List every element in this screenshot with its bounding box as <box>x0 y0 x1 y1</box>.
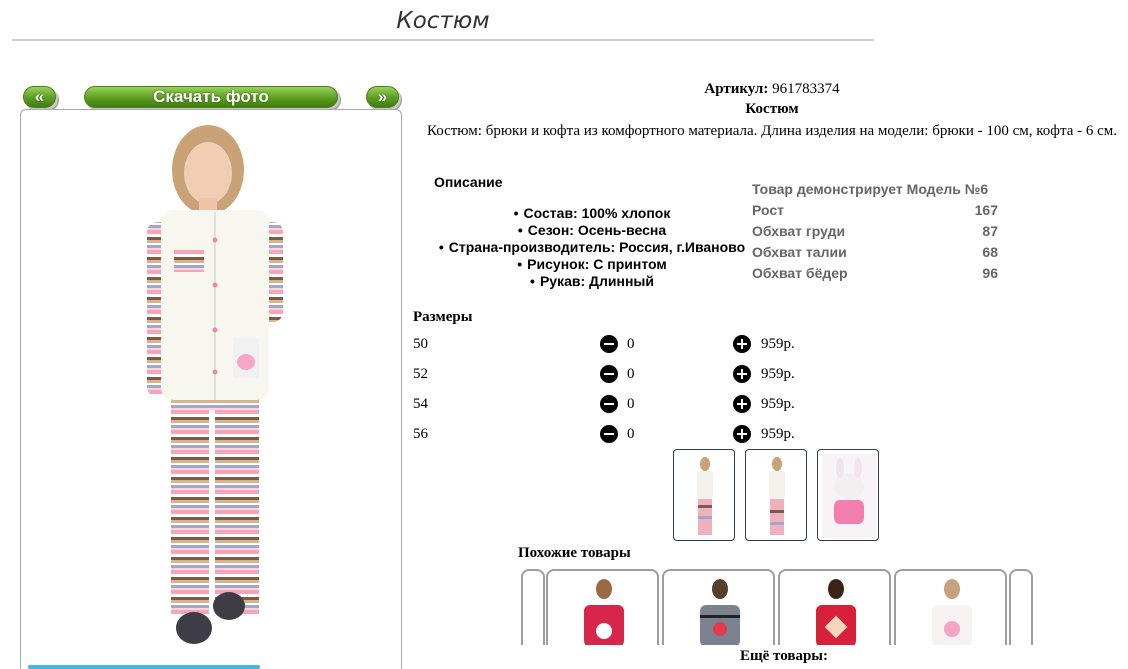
size-row: 52 0 959р. <box>413 365 833 386</box>
description-title: Описание <box>434 174 503 190</box>
photo-bottom-bar <box>28 665 260 669</box>
next-photo-button[interactable]: » <box>366 86 399 108</box>
quantity-value: 0 <box>627 366 635 382</box>
size-value: 50 <box>413 336 428 352</box>
sizes-title: Размеры <box>413 309 473 325</box>
property-item: Рисунок: С принтом <box>412 256 772 273</box>
model-label: Рост <box>752 202 784 218</box>
size-row: 54 0 959р. <box>413 395 833 416</box>
model-measurements: Товар демонстрирует Модель №6 Рост 167 О… <box>752 180 998 285</box>
model-title-row: Товар демонстрирует Модель №6 <box>752 180 998 201</box>
plus-icon[interactable] <box>733 335 751 353</box>
minus-icon[interactable] <box>600 395 618 413</box>
size-row: 50 0 959р. <box>413 335 833 356</box>
plus-icon[interactable] <box>733 425 751 443</box>
more-products-title: Ещё товары: <box>739 648 829 664</box>
size-value: 52 <box>413 366 428 382</box>
price-value: 959р. <box>761 336 795 352</box>
download-photo-button[interactable]: Скачать фото <box>84 86 338 108</box>
property-item: Страна-производитель: Россия, г.Иваново <box>412 239 772 256</box>
model-title: Товар демонстрирует Модель №6 <box>752 181 989 197</box>
properties-list: Состав: 100% хлопок Сезон: Осень-весна С… <box>412 205 772 290</box>
similar-product-card[interactable] <box>894 569 1007 645</box>
price-value: 959р. <box>761 396 795 412</box>
quantity-value: 0 <box>627 426 635 442</box>
model-row: Обхват груди 87 <box>752 222 998 243</box>
product-description: Костюм: брюки и кофта из комфортного мат… <box>426 123 1118 139</box>
title-divider <box>12 39 874 41</box>
similar-product-card[interactable] <box>546 569 659 645</box>
model-label: Обхват груди <box>752 223 846 239</box>
article-line: Артикул: 961783374 <box>412 81 1128 98</box>
model-label: Обхват бёдер <box>752 265 848 281</box>
size-value: 54 <box>413 396 428 412</box>
plus-icon[interactable] <box>733 365 751 383</box>
quantity-value: 0 <box>627 336 635 352</box>
minus-icon[interactable] <box>600 335 618 353</box>
prev-photo-button[interactable]: « <box>23 86 56 108</box>
size-value: 56 <box>413 426 428 442</box>
model-value: 96 <box>982 265 998 281</box>
carousel-next-arrow[interactable] <box>1009 569 1033 645</box>
minus-icon[interactable] <box>600 365 618 383</box>
page-title: Костюм <box>396 8 490 34</box>
model-value: 167 <box>974 202 998 218</box>
model-row: Обхват бёдер 96 <box>752 264 998 285</box>
model-row: Обхват талии 68 <box>752 243 998 264</box>
similar-products-title: Похожие товары <box>518 545 631 561</box>
price-value: 959р. <box>761 426 795 442</box>
model-label: Обхват талии <box>752 244 847 260</box>
photo-thumbnail[interactable] <box>673 449 735 541</box>
property-item: Рукав: Длинный <box>412 273 772 290</box>
plus-icon[interactable] <box>733 395 751 413</box>
model-row: Рост 167 <box>752 201 998 222</box>
model-value: 87 <box>982 223 998 239</box>
article-value: 961783374 <box>772 81 840 97</box>
price-value: 959р. <box>761 366 795 382</box>
photo-thumbnail[interactable] <box>817 449 879 541</box>
quantity-value: 0 <box>627 396 635 412</box>
similar-product-card[interactable] <box>778 569 891 645</box>
product-name: Костюм <box>745 101 799 117</box>
main-product-photo[interactable] <box>20 109 402 669</box>
size-row: 56 0 959р. <box>413 425 833 446</box>
article-label: Артикул: <box>704 81 769 97</box>
property-item: Сезон: Осень-весна <box>412 222 772 239</box>
property-item: Состав: 100% хлопок <box>412 205 772 222</box>
model-value: 68 <box>982 244 998 260</box>
carousel-prev-arrow[interactable] <box>521 569 545 645</box>
minus-icon[interactable] <box>600 425 618 443</box>
similar-product-card[interactable] <box>662 569 775 645</box>
photo-thumbnail[interactable] <box>745 449 807 541</box>
